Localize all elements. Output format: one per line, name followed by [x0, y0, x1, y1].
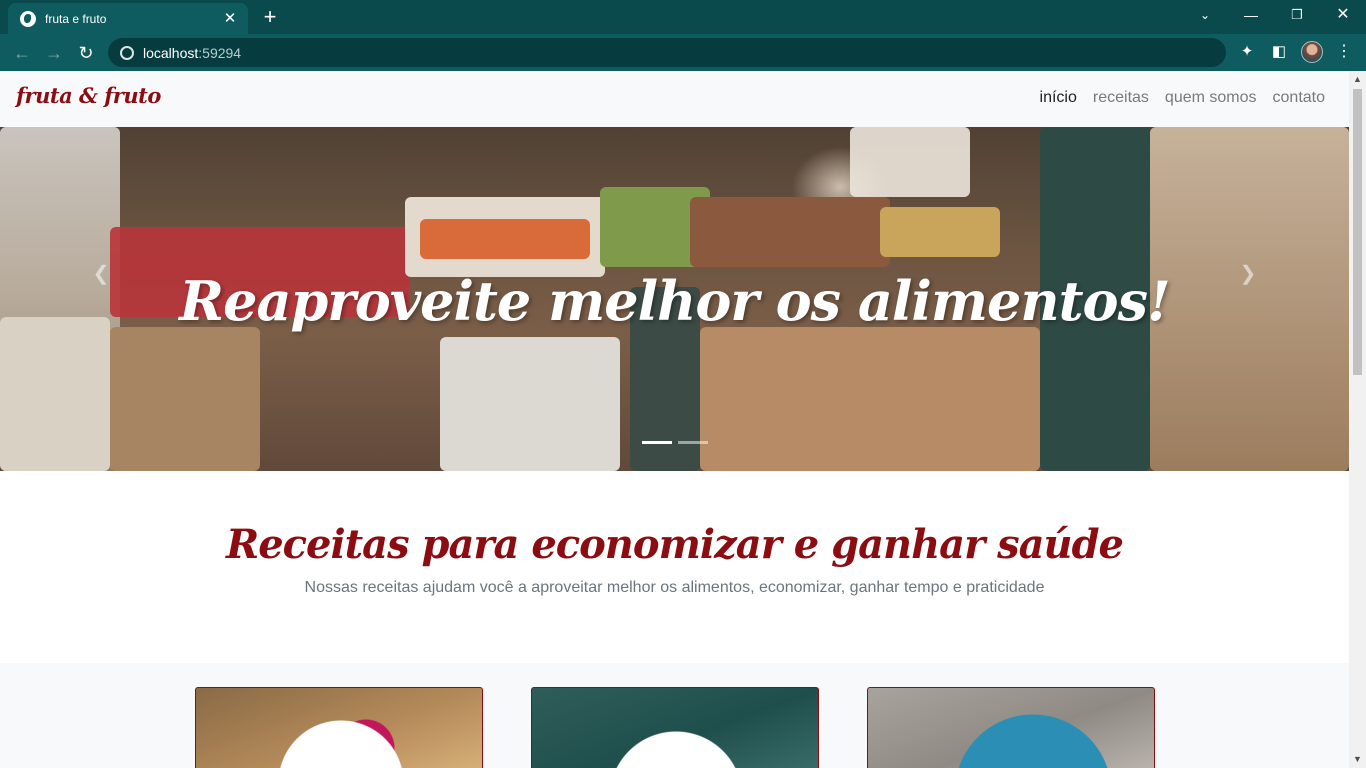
close-tab-icon[interactable]: ✕: [222, 10, 238, 27]
extensions-icon[interactable]: ✦: [1237, 42, 1257, 62]
browser-toolbar: ← → ↻ localhost:59294 ✦ ◧ ⋮: [0, 34, 1366, 71]
hero-caption: Reaproveite melhor os alimentos!: [179, 269, 1170, 333]
minimize-button[interactable]: —: [1228, 0, 1274, 30]
nav-link-contato[interactable]: contato: [1273, 89, 1325, 107]
url-host: localhost: [143, 44, 199, 61]
hero-photo-shape: [700, 327, 1040, 471]
tab-title: fruta e fruto: [45, 11, 107, 26]
close-window-button[interactable]: ✕: [1320, 0, 1366, 30]
site-navbar: fruta & fruto início receitas quem somos…: [0, 71, 1349, 127]
nav-link-receitas[interactable]: receitas: [1093, 89, 1149, 107]
recipe-cards-section: [0, 663, 1349, 768]
intro-section: Receitas para economizar e ganhar saúde …: [0, 471, 1349, 663]
forward-icon[interactable]: →: [42, 41, 66, 65]
hero-photo-shape: [0, 317, 110, 471]
section-heading: Receitas para economizar e ganhar saúde: [225, 521, 1124, 568]
hero-carousel: ❮ ❯ Reaproveite melhor os alimentos!: [0, 127, 1349, 471]
back-icon[interactable]: ←: [10, 41, 34, 65]
hero-photo-shape: [850, 127, 970, 197]
page-viewport: fruta & fruto início receitas quem somos…: [0, 71, 1366, 768]
carousel-indicators: [642, 441, 708, 444]
page-scrollbar[interactable]: ▲ ▼: [1349, 71, 1366, 768]
scroll-down-icon[interactable]: ▼: [1349, 751, 1366, 768]
url-port: :59294: [198, 44, 242, 61]
profile-avatar[interactable]: [1301, 41, 1323, 63]
carousel-indicator[interactable]: [678, 441, 708, 444]
nav-link-inicio[interactable]: início: [1040, 89, 1077, 107]
reload-icon[interactable]: ↻: [74, 41, 98, 65]
nav-link-quem-somos[interactable]: quem somos: [1165, 89, 1257, 107]
section-subheading: Nossas receitas ajudam você a aproveitar…: [304, 579, 1045, 596]
new-tab-button[interactable]: +: [258, 6, 282, 30]
address-bar[interactable]: localhost:59294: [108, 38, 1226, 67]
recipe-card[interactable]: [867, 687, 1155, 768]
hero-photo-shape: [110, 327, 260, 471]
carousel-indicator[interactable]: [642, 441, 672, 444]
hero-photo-shape: [420, 219, 590, 259]
hero-photo-shape: [880, 207, 1000, 257]
brand-logo[interactable]: fruta & fruto: [16, 83, 161, 108]
recipe-card[interactable]: [531, 687, 819, 768]
browser-tab[interactable]: fruta e fruto ✕: [8, 3, 248, 34]
menu-kebab-icon[interactable]: ⋮: [1334, 42, 1354, 62]
nav-menu: início receitas quem somos contato: [1040, 89, 1325, 107]
site-info-icon[interactable]: [120, 45, 134, 60]
restore-button[interactable]: ❐: [1274, 0, 1320, 30]
hero-photo-shape: [440, 337, 620, 471]
side-panel-icon[interactable]: ◧: [1269, 42, 1289, 62]
scrollbar-thumb[interactable]: [1353, 89, 1362, 375]
hero-photo-shape: [690, 197, 890, 267]
globe-icon: [20, 10, 36, 27]
browser-titlebar: fruta e fruto ✕ + ⌄ — ❐ ✕: [0, 0, 1366, 34]
scroll-up-icon[interactable]: ▲: [1349, 71, 1366, 88]
recipe-card[interactable]: [195, 687, 483, 768]
tab-search-icon[interactable]: ⌄: [1182, 0, 1228, 30]
